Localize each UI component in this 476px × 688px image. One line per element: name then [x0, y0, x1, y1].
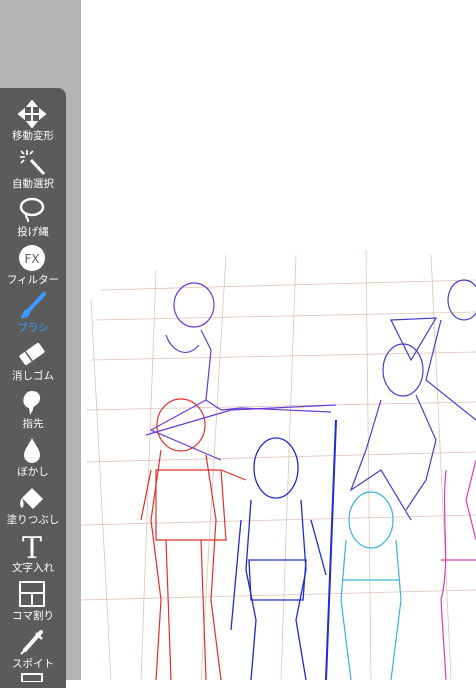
tool-layer-partial[interactable] [0, 672, 66, 684]
text-icon: T [22, 532, 42, 560]
tool-blur[interactable]: ぼかし [0, 430, 66, 478]
magenta-figure-sketch [440, 459, 476, 680]
blue-figure-sketch [230, 419, 337, 680]
brush-icon [20, 292, 46, 319]
tool-label: 自動選択 [12, 178, 54, 190]
tool-eyedropper[interactable]: スポイト [0, 622, 66, 670]
tool-label: ブラシ [17, 322, 49, 334]
tool-label: 文字入れ [12, 562, 54, 574]
violet-figure-sketch [349, 279, 476, 521]
tool-filter[interactable]: FX フィルター [0, 238, 66, 286]
tool-label: 移動変形 [12, 130, 54, 142]
purple-figure-sketch [145, 282, 337, 461]
eraser-icon [19, 342, 45, 366]
tool-brush[interactable]: ブラシ [0, 286, 66, 334]
tool-label: ぼかし [17, 466, 49, 478]
tool-lasso[interactable]: 投げ縄 [0, 190, 66, 238]
sketch-artwork [81, 249, 476, 680]
red-figure-sketch [140, 398, 247, 680]
tool-label: スポイト [12, 658, 54, 670]
fx-icon-text: FX [24, 252, 39, 266]
tool-label: フィルター [6, 274, 60, 286]
tool-panel-divide[interactable]: コマ割り [0, 574, 66, 622]
layer-icon [21, 673, 43, 682]
magic-wand-icon [20, 150, 46, 176]
tool-palette: 移動変形 自動選択 投げ縄 FX フィルター ブラシ 消しゴム 指先 ぼかし 塗… [0, 88, 66, 688]
tool-fill[interactable]: 塗りつぶし [0, 478, 66, 526]
tool-label: 塗りつぶし [6, 514, 60, 526]
panel-divide-icon [19, 581, 45, 607]
bucket-icon [20, 488, 43, 509]
tool-label: 投げ縄 [17, 226, 49, 238]
eyedropper-icon [20, 630, 43, 655]
drawing-canvas[interactable] [81, 0, 476, 680]
tool-label: コマ割り [12, 610, 54, 622]
perspective-grid [81, 249, 476, 680]
tool-label: 消しゴム [12, 370, 54, 382]
lasso-icon [19, 197, 45, 223]
tool-eraser[interactable]: 消しゴム [0, 334, 66, 382]
tool-label: 指先 [22, 418, 44, 430]
move-icon [17, 100, 47, 128]
tool-text[interactable]: T 文字入れ [0, 526, 66, 574]
tool-auto-select[interactable]: 自動選択 [0, 142, 66, 190]
blur-drop-icon [24, 438, 40, 463]
smudge-icon [23, 391, 41, 415]
fx-icon: FX [19, 245, 45, 271]
tool-smudge[interactable]: 指先 [0, 382, 66, 430]
tool-move-transform[interactable]: 移動変形 [0, 94, 66, 142]
text-icon-glyph: T [22, 532, 42, 560]
